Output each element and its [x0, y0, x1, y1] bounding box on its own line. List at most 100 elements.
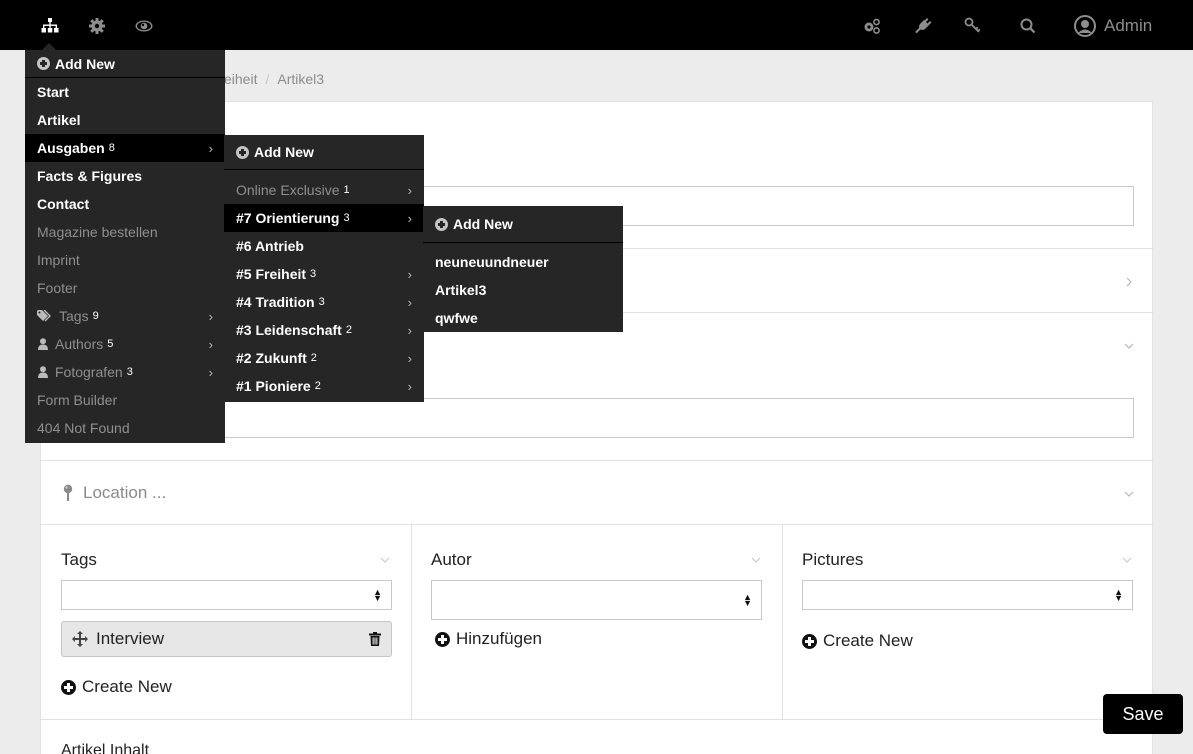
- menu-item-artikel[interactable]: Artikel: [25, 106, 225, 134]
- menu-item-404-not-found[interactable]: 404 Not Found: [25, 414, 225, 442]
- menu-item-qwfwe[interactable]: qwfwe: [423, 304, 623, 332]
- select-arrows-icon: ▲ ▼: [1114, 587, 1123, 603]
- menu-item-footer[interactable]: Footer: [25, 274, 225, 302]
- menu-item-7-orientierung[interactable]: #7 Orientierung 3 ›: [224, 204, 424, 232]
- trash-icon[interactable]: [369, 632, 381, 646]
- breadcrumb-separator: /: [265, 71, 270, 87]
- search-icon[interactable]: [1017, 15, 1039, 37]
- menu-item-count: 3: [343, 212, 350, 224]
- tags-title: Tags: [61, 550, 97, 569]
- map-pin-icon: [63, 484, 73, 501]
- menu-item-label: Authors: [55, 336, 104, 352]
- autor-add-button[interactable]: Hinzufügen: [435, 629, 542, 649]
- add-new-label: Add New: [254, 144, 314, 160]
- chevron-down-icon[interactable]: [379, 554, 391, 566]
- menu-item-artikel3[interactable]: Artikel3: [423, 276, 623, 304]
- menu-item-label: neuneuundneuer: [435, 254, 549, 270]
- save-button[interactable]: Save: [1103, 694, 1183, 734]
- chevron-down-icon[interactable]: [1121, 554, 1133, 566]
- menu-item-count: 2: [310, 352, 317, 364]
- menu-item-label: Artikel: [37, 112, 81, 128]
- menu-item-facts-figures[interactable]: Facts & Figures: [25, 162, 225, 190]
- plus-circle-icon: [435, 217, 448, 231]
- cogs-icon[interactable]: [861, 15, 883, 37]
- tag-chip: Interview: [61, 621, 392, 657]
- chevron-down-icon[interactable]: [1123, 340, 1135, 352]
- menu-item-authors[interactable]: Authors 5 ›: [25, 330, 225, 358]
- menu-item-label: Fotografen: [55, 364, 123, 380]
- location-field[interactable]: Location ...: [63, 483, 166, 503]
- add-new-button[interactable]: Add New: [224, 135, 424, 170]
- pictures-panel: Pictures ▲ ▼ Create New: [783, 526, 1153, 720]
- menu-item-imprint[interactable]: Imprint: [25, 246, 225, 274]
- user-name: Admin: [1104, 16, 1153, 35]
- menu-item-ausgaben[interactable]: Ausgaben 8 ›: [25, 134, 225, 162]
- menu-item-count: 9: [92, 310, 99, 322]
- plus-circle-icon: [37, 57, 50, 70]
- add-new-button[interactable]: Add New: [25, 50, 225, 78]
- site-tree-menu: Add New Start Artikel Ausgaben 8 › Facts &…: [25, 50, 225, 443]
- tags-select[interactable]: ▲ ▼: [61, 580, 392, 610]
- breadcrumb-item[interactable]: eiheit: [224, 71, 257, 87]
- user-menu[interactable]: Admin: [1074, 13, 1152, 39]
- menu-item-form-builder[interactable]: Form Builder: [25, 386, 225, 414]
- select-arrows-icon: ▲ ▼: [743, 592, 752, 608]
- autor-title: Autor: [431, 550, 472, 569]
- menu-item-label: #3 Leidenschaft: [236, 322, 342, 338]
- menu-item-fotografen[interactable]: Fotografen 3 ›: [25, 358, 225, 386]
- menu-item-count: 2: [345, 324, 352, 336]
- chevron-right-icon: ›: [208, 337, 213, 352]
- menu-item-label: Start: [37, 84, 69, 100]
- menu-item-count: 1: [343, 184, 350, 196]
- menu-item-start[interactable]: Start: [25, 78, 225, 106]
- menu-item-label: Form Builder: [37, 392, 118, 408]
- chevron-right-icon: ›: [208, 309, 213, 324]
- menu-item-6-antrieb[interactable]: #6 Antrieb: [224, 232, 424, 260]
- menu-item-5-freiheit[interactable]: #5 Freiheit 3 ›: [224, 260, 424, 288]
- chevron-right-icon: ›: [407, 211, 412, 226]
- divider: [41, 460, 1154, 461]
- menu-item-magazine-bestellen[interactable]: Magazine bestellen: [25, 218, 225, 246]
- menu-item-label: Contact: [37, 196, 90, 212]
- chevron-right-icon: ›: [208, 141, 213, 156]
- menu-item-label: Magazine bestellen: [37, 224, 158, 240]
- menu-item-label: Imprint: [37, 252, 80, 268]
- user-icon: [37, 338, 49, 350]
- menu-item-count: 3: [126, 366, 133, 378]
- menu-item-online-exclusive[interactable]: Online Exclusive 1 ›: [224, 176, 424, 204]
- chevron-right-icon: ›: [407, 351, 412, 366]
- menu-item-2-zukunft[interactable]: #2 Zukunft 2 ›: [224, 344, 424, 372]
- move-icon[interactable]: [72, 631, 88, 647]
- chevron-right-icon[interactable]: [1123, 276, 1135, 288]
- add-new-label: Add New: [55, 55, 115, 72]
- pictures-create-new-button[interactable]: Create New: [802, 631, 913, 651]
- menu-item-1-pioniere[interactable]: #1 Pioniere 2 ›: [224, 372, 424, 400]
- key-icon[interactable]: [962, 15, 984, 37]
- tags-panel: Tags ▲ ▼ Interview Create New: [41, 526, 411, 720]
- eye-icon[interactable]: [133, 15, 155, 37]
- add-new-label: Add New: [453, 216, 513, 232]
- plus-circle-icon: [435, 631, 450, 647]
- menu-item-tags[interactable]: Tags 9 ›: [25, 302, 225, 330]
- plug-icon[interactable]: [912, 15, 934, 37]
- gear-icon[interactable]: [86, 15, 108, 37]
- menu-item-4-tradition[interactable]: #4 Tradition 3 ›: [224, 288, 424, 316]
- plus-circle-icon: [61, 679, 76, 695]
- menu-item-label: qwfwe: [435, 310, 478, 326]
- menu-item-3-leidenschaft[interactable]: #3 Leidenschaft 2 ›: [224, 316, 424, 344]
- chevron-down-icon[interactable]: [750, 554, 762, 566]
- menu-item-label: #6 Antrieb: [236, 238, 304, 254]
- divider: [41, 524, 1154, 525]
- menu-item-count: 3: [310, 268, 317, 280]
- chevron-right-icon: ›: [407, 267, 412, 282]
- tags-create-new-button[interactable]: Create New: [61, 677, 172, 697]
- sitemap-icon[interactable]: [39, 15, 61, 37]
- chevron-right-icon: ›: [407, 295, 412, 310]
- chevron-down-icon[interactable]: [1123, 488, 1135, 500]
- menu-item-neuneuundneuer[interactable]: neuneuundneuer: [423, 248, 623, 276]
- pictures-select[interactable]: ▲ ▼: [802, 580, 1133, 610]
- orientierung-submenu: Add New neuneuundneuer Artikel3 qwfwe: [423, 206, 623, 332]
- autor-select[interactable]: ▲ ▼: [431, 580, 762, 620]
- menu-item-contact[interactable]: Contact: [25, 190, 225, 218]
- add-new-button[interactable]: Add New: [423, 206, 623, 243]
